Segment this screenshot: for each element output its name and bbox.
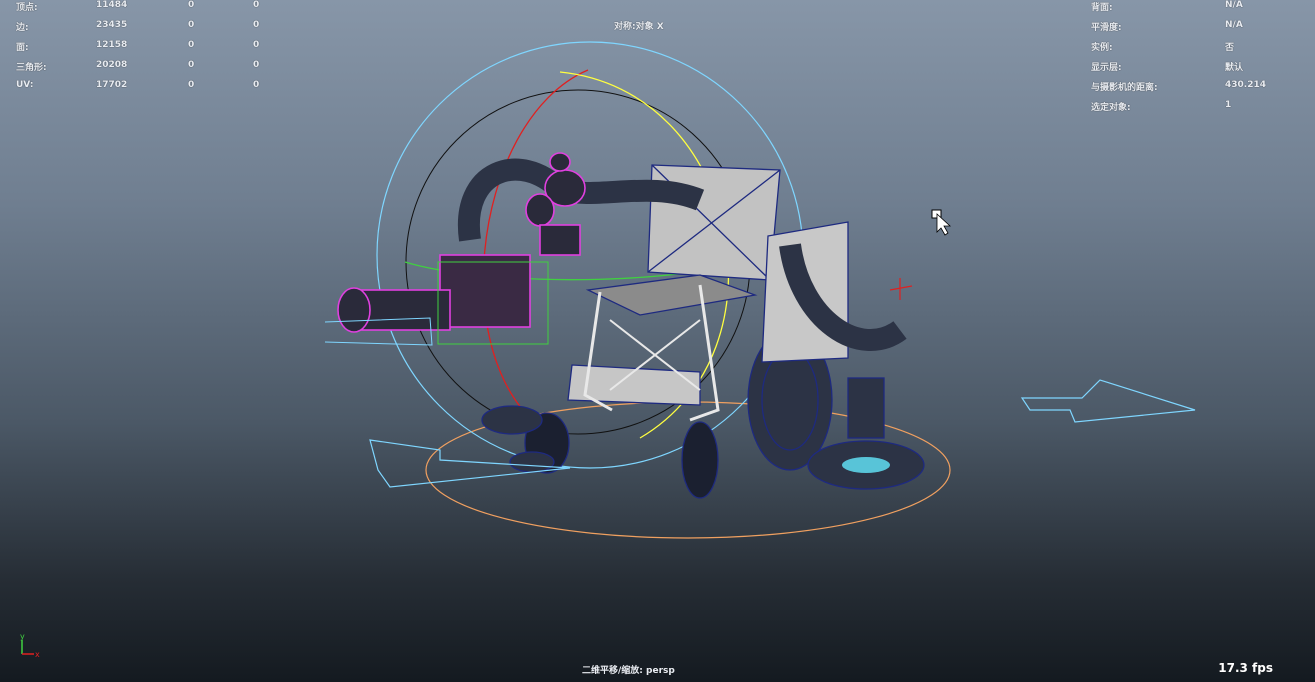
chair-seat (585, 274, 758, 316)
minigun-body (439, 254, 531, 328)
axis-y-label: y (20, 632, 25, 641)
support-leg (847, 377, 885, 439)
support-foot (481, 405, 543, 435)
support-foot-glow (842, 457, 890, 473)
front-caster (681, 421, 719, 499)
mouse-cursor-icon (931, 209, 952, 236)
support-foot (509, 451, 555, 473)
minigun-mount (539, 224, 581, 256)
minigun-scope-cap (549, 152, 571, 172)
viewport-3d[interactable] (0, 0, 1315, 682)
move-arrow-handle[interactable] (1020, 379, 1196, 423)
camera-label: 二维平移/缩放: persp (582, 666, 675, 676)
minigun-scope (525, 193, 555, 227)
pivot-marker (889, 285, 913, 291)
axis-indicator-icon: y x (20, 632, 40, 659)
axis-x-label: x (35, 650, 40, 659)
fps-counter: 17.3 fps (1218, 661, 1273, 675)
minigun-muzzle (337, 287, 371, 333)
